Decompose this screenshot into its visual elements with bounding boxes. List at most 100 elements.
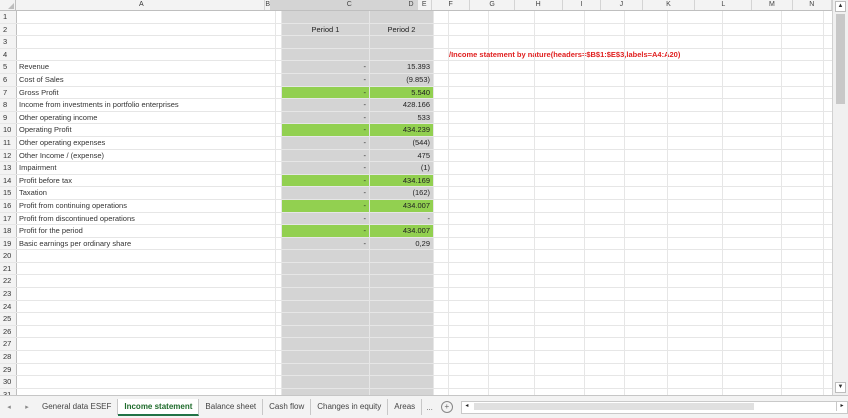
cell[interactable] bbox=[625, 338, 668, 351]
cell[interactable] bbox=[723, 36, 782, 48]
cell[interactable] bbox=[449, 36, 489, 48]
horizontal-scrollbar[interactable]: ◂ ▸ bbox=[460, 400, 848, 414]
cell[interactable] bbox=[782, 237, 824, 250]
cell-period-1[interactable]: - bbox=[282, 149, 370, 162]
cell-period-2[interactable] bbox=[370, 351, 434, 363]
cell-period-1[interactable]: - bbox=[282, 61, 370, 73]
cell[interactable] bbox=[449, 149, 489, 162]
cell[interactable] bbox=[489, 313, 535, 325]
cell-period-2[interactable]: 434.007 bbox=[370, 225, 434, 237]
cell[interactable] bbox=[668, 250, 723, 262]
cell[interactable] bbox=[625, 363, 668, 376]
cell[interactable] bbox=[489, 325, 535, 338]
cell[interactable] bbox=[449, 262, 489, 275]
cell[interactable] bbox=[824, 275, 832, 287]
cell[interactable] bbox=[625, 225, 668, 237]
cell-period-2[interactable] bbox=[370, 313, 434, 325]
cell[interactable] bbox=[535, 225, 585, 237]
cell[interactable] bbox=[723, 199, 782, 212]
cell-label[interactable] bbox=[17, 262, 276, 275]
column-header-f[interactable]: F bbox=[432, 0, 471, 10]
row-header[interactable]: 24 bbox=[0, 300, 17, 313]
cell[interactable] bbox=[434, 351, 449, 363]
cell[interactable] bbox=[782, 212, 824, 225]
cell[interactable] bbox=[782, 162, 824, 174]
cell[interactable] bbox=[625, 250, 668, 262]
cell[interactable] bbox=[625, 36, 668, 48]
cell[interactable] bbox=[489, 250, 535, 262]
column-header-n[interactable]: N bbox=[793, 0, 832, 10]
cell[interactable] bbox=[723, 338, 782, 351]
cell[interactable] bbox=[824, 338, 832, 350]
cell[interactable] bbox=[625, 11, 668, 23]
cell[interactable] bbox=[782, 338, 824, 351]
cell-label[interactable] bbox=[17, 288, 276, 300]
cell-period-1[interactable] bbox=[282, 288, 370, 300]
cell[interactable] bbox=[782, 174, 824, 187]
cell[interactable] bbox=[535, 73, 585, 86]
cell[interactable] bbox=[449, 23, 489, 36]
cell[interactable] bbox=[782, 86, 824, 99]
cell[interactable] bbox=[449, 136, 489, 149]
cell[interactable] bbox=[489, 111, 535, 124]
cell[interactable] bbox=[489, 212, 535, 225]
cell[interactable] bbox=[723, 250, 782, 262]
cell[interactable] bbox=[489, 48, 535, 61]
cell[interactable] bbox=[668, 111, 723, 124]
cell[interactable] bbox=[535, 250, 585, 262]
cell[interactable] bbox=[535, 48, 585, 61]
cell[interactable] bbox=[585, 187, 625, 199]
cell[interactable] bbox=[434, 237, 449, 250]
cell[interactable] bbox=[625, 86, 668, 99]
cell[interactable] bbox=[723, 376, 782, 388]
cell[interactable] bbox=[668, 162, 723, 174]
cell[interactable] bbox=[535, 36, 585, 48]
column-header-k[interactable]: K bbox=[643, 0, 696, 10]
cell-label[interactable]: Impairment bbox=[17, 162, 276, 174]
cell[interactable] bbox=[782, 23, 824, 36]
cell[interactable] bbox=[449, 237, 489, 250]
column-header-h[interactable]: H bbox=[515, 0, 563, 10]
cell-label[interactable] bbox=[17, 23, 276, 36]
cell[interactable] bbox=[625, 325, 668, 338]
cell[interactable] bbox=[434, 61, 449, 73]
cell[interactable] bbox=[535, 11, 585, 23]
cell-period-2[interactable] bbox=[370, 300, 434, 313]
cell[interactable] bbox=[782, 351, 824, 363]
cell-label[interactable] bbox=[17, 275, 276, 288]
column-header-l[interactable]: L bbox=[695, 0, 753, 10]
cell[interactable] bbox=[625, 99, 668, 111]
cell[interactable] bbox=[449, 313, 489, 325]
cell[interactable] bbox=[535, 212, 585, 225]
cell[interactable] bbox=[535, 187, 585, 199]
cell-period-2[interactable] bbox=[370, 338, 434, 351]
cell-label[interactable]: Operating Profit bbox=[17, 124, 276, 136]
row-header[interactable]: 2 bbox=[0, 23, 17, 36]
cell[interactable] bbox=[535, 325, 585, 338]
cell[interactable] bbox=[434, 23, 449, 36]
cell[interactable] bbox=[585, 61, 625, 73]
cell[interactable] bbox=[625, 187, 668, 199]
cell[interactable] bbox=[449, 174, 489, 187]
cell[interactable] bbox=[723, 174, 782, 187]
cell-label[interactable]: Profit from continuing operations bbox=[17, 199, 276, 212]
cell[interactable] bbox=[585, 237, 625, 250]
cell[interactable] bbox=[434, 325, 449, 338]
cell[interactable] bbox=[585, 174, 625, 187]
cell[interactable] bbox=[782, 376, 824, 388]
cell-label[interactable]: Cost of Sales bbox=[17, 73, 276, 86]
tab-general-data-esef[interactable]: General data ESEF bbox=[36, 399, 119, 415]
cell[interactable] bbox=[824, 150, 832, 162]
cell[interactable] bbox=[535, 351, 585, 363]
row-header[interactable]: 29 bbox=[0, 363, 17, 376]
cell-label[interactable] bbox=[17, 325, 276, 338]
cell-period-1[interactable]: - bbox=[282, 187, 370, 199]
cell-period-1[interactable]: - bbox=[282, 136, 370, 149]
cell-period-1[interactable]: - bbox=[282, 73, 370, 86]
cell-label[interactable] bbox=[17, 313, 276, 325]
cell[interactable] bbox=[434, 136, 449, 149]
cell[interactable] bbox=[489, 338, 535, 351]
more-tabs-button[interactable]: ... bbox=[422, 403, 437, 412]
cell[interactable] bbox=[434, 300, 449, 313]
cell[interactable] bbox=[668, 351, 723, 363]
